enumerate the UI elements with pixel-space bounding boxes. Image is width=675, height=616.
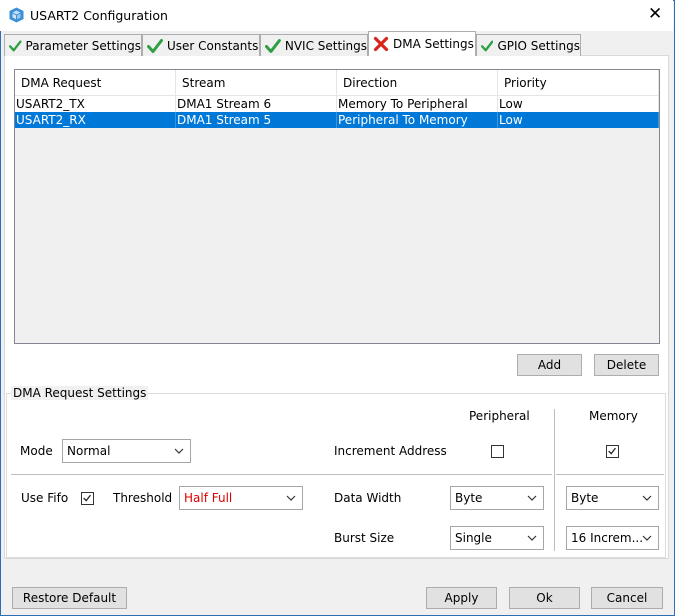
peripheral-burst-size-select[interactable]: Single: [450, 526, 544, 550]
tab-label: NVIC Settings: [284, 38, 367, 53]
check-icon: [147, 38, 163, 53]
tab-label: Parameter Settings: [25, 38, 141, 53]
table-cell: DMA1 Stream 5: [176, 112, 337, 128]
chevron-down-icon: [286, 495, 296, 501]
threshold-select[interactable]: Half Full: [179, 486, 303, 510]
check-icon: [265, 38, 281, 53]
check-icon: [481, 40, 494, 51]
table-cell: Memory To Peripheral: [337, 96, 498, 112]
tab-label: GPIO Settings: [497, 38, 580, 53]
group-title: DMA Request Settings: [11, 386, 149, 400]
peripheral-increment-checkbox[interactable]: [491, 445, 504, 458]
memory-burst-size-select[interactable]: 16 Increm...: [566, 526, 659, 550]
threshold-value: Half Full: [184, 491, 233, 505]
column-header-stream[interactable]: Stream: [176, 70, 337, 96]
apply-button[interactable]: Apply: [426, 587, 497, 609]
check-icon: [9, 40, 22, 51]
use-fifo-label: Use Fifo: [21, 491, 69, 505]
table-row-selected[interactable]: USART2_RX DMA1 Stream 5 Peripheral To Me…: [15, 112, 659, 128]
restore-default-button[interactable]: Restore Default: [12, 587, 127, 609]
tab-user-constants[interactable]: User Constants: [142, 34, 260, 56]
data-width-label: Data Width: [334, 491, 402, 505]
row-separator: [11, 474, 552, 475]
tab-parameter-settings[interactable]: Parameter Settings: [4, 34, 142, 56]
title-bar[interactable]: USART2 Configuration ✕: [0, 0, 673, 31]
tab-label: DMA Settings: [393, 37, 474, 51]
window-title: USART2 Configuration: [30, 8, 168, 23]
memory-data-width-value: Byte: [571, 491, 599, 505]
memory-increment-checkbox[interactable]: [606, 445, 619, 458]
cancel-button[interactable]: Cancel: [591, 587, 663, 609]
dma-request-table[interactable]: DMA Request Stream Direction Priority US…: [14, 69, 660, 344]
table-cell: USART2_RX: [15, 112, 176, 128]
mode-select[interactable]: Normal: [62, 439, 191, 463]
column-header-priority[interactable]: Priority: [498, 70, 659, 96]
tab-label: User Constants: [167, 38, 259, 53]
table-cell: USART2_TX: [15, 96, 176, 112]
tab-nvic-settings[interactable]: NVIC Settings: [260, 34, 368, 56]
mode-value: Normal: [67, 444, 111, 458]
use-fifo-checkbox[interactable]: [81, 492, 94, 505]
chevron-down-icon: [642, 535, 652, 541]
table-cell: Peripheral To Memory: [337, 112, 498, 128]
chevron-down-icon: [174, 448, 184, 454]
peripheral-burst-size-value: Single: [455, 531, 492, 545]
chevron-down-icon: [527, 535, 537, 541]
column-header-direction[interactable]: Direction: [337, 70, 498, 96]
table-row[interactable]: USART2_TX DMA1 Stream 6 Memory To Periph…: [15, 96, 659, 112]
column-header-dma-request[interactable]: DMA Request: [15, 70, 176, 96]
peripheral-data-width-value: Byte: [455, 491, 483, 505]
column-separator: [554, 409, 555, 551]
chevron-down-icon: [527, 495, 537, 501]
peripheral-data-width-select[interactable]: Byte: [450, 486, 544, 510]
table-cell: Low: [498, 96, 659, 112]
checkmark-icon: [83, 494, 91, 502]
table-cell: DMA1 Stream 6: [176, 96, 337, 112]
memory-burst-size-value: 16 Increm...: [571, 531, 644, 545]
tab-dma-settings[interactable]: DMA Settings: [368, 31, 476, 56]
table-cell: Low: [498, 112, 659, 128]
burst-size-label: Burst Size: [334, 531, 395, 545]
row-separator: [556, 474, 664, 475]
chevron-down-icon: [642, 495, 652, 501]
peripheral-header: Peripheral: [469, 409, 530, 423]
ok-button[interactable]: Ok: [509, 587, 580, 609]
memory-data-width-select[interactable]: Byte: [566, 486, 659, 510]
mode-label: Mode: [20, 444, 53, 458]
app-cube-icon: [9, 7, 24, 23]
threshold-label: Threshold: [113, 491, 173, 505]
delete-button[interactable]: Delete: [594, 354, 659, 376]
increment-address-label: Increment Address: [334, 444, 447, 458]
checkmark-icon: [608, 447, 616, 455]
memory-header: Memory: [589, 409, 638, 423]
tab-gpio-settings[interactable]: GPIO Settings: [476, 34, 581, 56]
close-icon[interactable]: ✕: [648, 6, 662, 23]
add-button[interactable]: Add: [517, 354, 582, 376]
error-x-icon: [373, 36, 389, 52]
